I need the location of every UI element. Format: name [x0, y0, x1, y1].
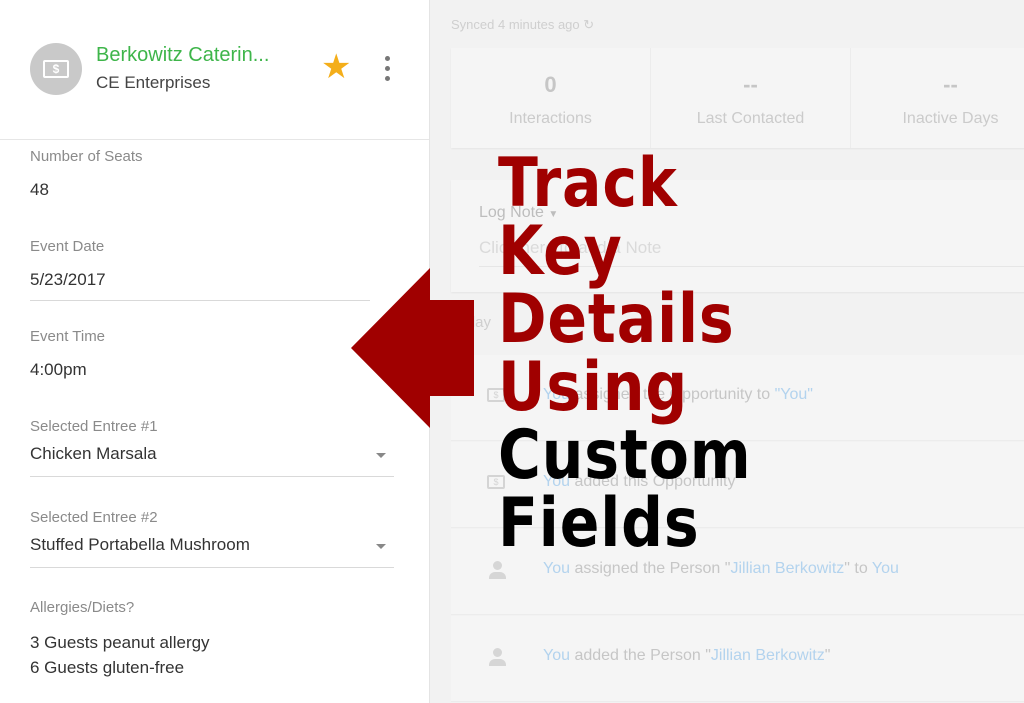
select-value: Stuffed Portabella Mushroom [30, 535, 250, 554]
stat-label: Last Contacted [696, 110, 805, 127]
stat-value: -- [743, 72, 758, 97]
value-line: 3 Guests peanut allergy [30, 633, 210, 652]
headline-line: Custom [498, 416, 752, 495]
field-label: Selected Entree #2 [30, 509, 158, 526]
left-arrow-icon [351, 268, 474, 428]
actor-link[interactable]: You [543, 647, 570, 664]
timeline-text-part: " [824, 647, 831, 664]
company-link[interactable]: CE Enterprises [96, 73, 210, 93]
headline-line: Track [498, 144, 678, 223]
stat-inactive-days: -- Inactive Days [851, 48, 1024, 148]
record-header: $ Berkowitz Caterin... CE Enterprises ★ [0, 0, 429, 140]
entree-2-select[interactable]: Stuffed Portabella Mushroom [30, 532, 394, 568]
field-value[interactable]: 3 Guests peanut allergy 6 Guests gluten-… [30, 630, 394, 680]
field-label: Event Date [30, 238, 105, 255]
headline-line: Using [498, 348, 689, 427]
person-link[interactable]: Jillian Berkowitz [711, 647, 825, 664]
more-options-icon[interactable] [385, 56, 390, 81]
record-title[interactable]: Berkowitz Caterin... [96, 44, 269, 67]
stat-value: 0 [544, 72, 557, 97]
stat-label: Interactions [509, 110, 592, 127]
field-selected-entree-2[interactable]: Selected Entree #2 Stuffed Portabella Mu… [30, 509, 394, 568]
target-link[interactable]: "You" [775, 386, 813, 403]
assignee-link[interactable]: You [872, 560, 899, 577]
sync-status: Synced 4 minutes ago ↻ [451, 17, 594, 33]
promo-headline: Track Key Details Using Custom Fields [498, 150, 752, 558]
select-value: Chicken Marsala [30, 444, 157, 463]
person-icon [489, 648, 506, 666]
field-label: Selected Entree #1 [30, 418, 158, 435]
field-number-of-seats[interactable]: Number of Seats 48 [30, 148, 394, 202]
stat-interactions: 0 Interactions [451, 48, 651, 148]
field-selected-entree-1[interactable]: Selected Entree #1 Chicken Marsala [30, 418, 394, 477]
person-link[interactable]: Jillian Berkowitz [730, 560, 844, 577]
avatar: $ [30, 43, 82, 95]
headline-line: Fields [498, 484, 700, 563]
field-label: Number of Seats [30, 148, 143, 165]
timeline-text-part: added the Person " [570, 647, 711, 664]
field-allergies-diets[interactable]: Allergies/Diets? 3 Guests peanut allergy… [30, 599, 394, 680]
refresh-icon[interactable]: ↻ [583, 17, 594, 32]
headline-line: Key [498, 212, 623, 291]
timeline-text: You added the Person "Jillian Berkowitz" [543, 647, 830, 665]
field-label: Allergies/Diets? [30, 599, 135, 616]
stat-label: Inactive Days [902, 110, 999, 127]
entree-1-select[interactable]: Chicken Marsala [30, 441, 394, 477]
field-event-time[interactable]: Event Time 4:00pm [30, 328, 394, 382]
stats-bar: 0 Interactions -- Last Contacted -- Inac… [451, 48, 1024, 148]
field-value[interactable]: 48 [30, 177, 394, 202]
person-icon [489, 561, 506, 579]
stat-last-contacted: -- Last Contacted [651, 48, 851, 148]
stat-value: -- [943, 72, 958, 97]
chevron-down-icon[interactable] [376, 453, 386, 458]
chevron-down-icon[interactable] [376, 544, 386, 549]
headline-line: Details [498, 280, 735, 359]
timeline-item: You added the Person "Jillian Berkowitz" [451, 616, 1024, 702]
field-label: Event Time [30, 328, 106, 345]
dollar-bill-icon: $ [43, 60, 69, 78]
field-event-date[interactable]: Event Date 5/23/2017 [30, 238, 370, 301]
value-line: 6 Guests gluten-free [30, 658, 185, 677]
timeline-text-part: " to [844, 560, 872, 577]
date-input[interactable]: 5/23/2017 [30, 267, 370, 301]
star-icon[interactable]: ★ [321, 50, 351, 84]
time-input[interactable]: 4:00pm [30, 357, 394, 382]
sync-text: Synced 4 minutes ago [451, 17, 580, 32]
